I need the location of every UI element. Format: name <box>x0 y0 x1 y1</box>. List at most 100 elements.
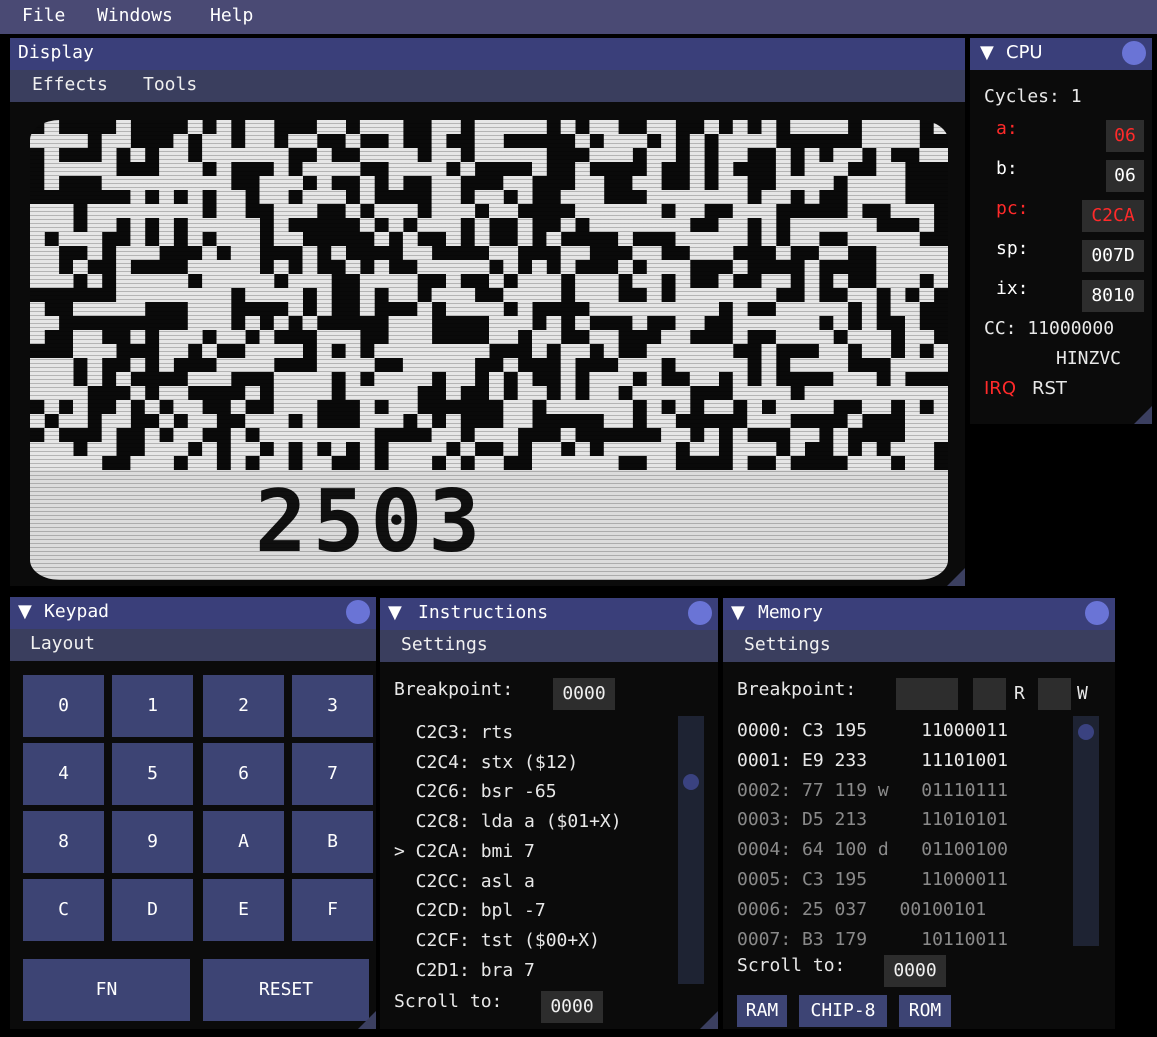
rom-button[interactable]: ROM <box>899 995 951 1027</box>
display-window: Display Effects Tools 2503 <box>10 38 965 586</box>
ram-button[interactable]: RAM <box>737 995 787 1027</box>
key-8[interactable]: 8 <box>23 811 104 873</box>
key-3[interactable]: 3 <box>292 675 373 737</box>
keypad-resize-grip[interactable] <box>358 1011 376 1029</box>
keypad-titlebar[interactable]: ▼ Keypad <box>10 597 376 629</box>
key-0[interactable]: 0 <box>23 675 104 737</box>
key-c[interactable]: C <box>23 879 104 941</box>
memory-row[interactable]: 0001: E9 233 11101001 <box>737 750 1008 771</box>
register-label: sp: <box>996 238 1029 259</box>
instruction-line[interactable]: C2D1: bra 7 <box>394 960 535 981</box>
instructions-resize-grip[interactable] <box>700 1011 718 1029</box>
chip8-button[interactable]: CHIP-8 <box>799 995 887 1027</box>
key-a[interactable]: A <box>203 811 284 873</box>
scanline-overlay <box>30 120 948 580</box>
menu-windows[interactable]: Windows <box>97 5 173 26</box>
instructions-title: Instructions <box>418 602 549 623</box>
key-6[interactable]: 6 <box>203 743 284 805</box>
write-label: W <box>1077 683 1088 704</box>
register-label: a: <box>996 118 1018 139</box>
register-value-input[interactable]: C2CA <box>1082 200 1144 232</box>
key-d[interactable]: D <box>112 879 193 941</box>
instructions-close-icon[interactable] <box>688 601 712 625</box>
display-resize-grip[interactable] <box>947 568 965 586</box>
keypad-close-icon[interactable] <box>346 600 370 624</box>
memory-titlebar[interactable]: ▼ Memory <box>723 598 1115 630</box>
key-b[interactable]: B <box>292 811 373 873</box>
memory-row[interactable]: 0002: 77 119 w 01110111 <box>737 780 1008 801</box>
register-label: b: <box>996 158 1018 179</box>
instructions-scroll-thumb[interactable] <box>683 774 699 790</box>
menu-help[interactable]: Help <box>210 5 253 26</box>
crt-screen: 2503 <box>30 120 948 580</box>
register-value-input[interactable]: 06 <box>1106 160 1144 192</box>
memory-collapse-icon[interactable]: ▼ <box>731 602 745 623</box>
instruction-line[interactable]: C2CF: tst ($00+X) <box>394 930 600 951</box>
instruction-line[interactable]: C2C3: rts <box>394 722 514 743</box>
register-label: ix: <box>996 278 1029 299</box>
menu-layout[interactable]: Layout <box>30 633 95 654</box>
instructions-breakpoint-input[interactable]: 0000 <box>553 678 615 710</box>
keypad-menubar: Layout <box>10 629 376 661</box>
menu-tools[interactable]: Tools <box>143 74 197 95</box>
display-titlebar[interactable]: Display <box>10 38 965 70</box>
instruction-line[interactable]: > C2CA: bmi 7 <box>394 841 535 862</box>
main-menubar: File Windows Help <box>0 0 1157 34</box>
instructions-scroll-input[interactable]: 0000 <box>541 991 603 1023</box>
cpu-collapse-icon[interactable]: ▼ <box>980 42 994 63</box>
memory-write-checkbox[interactable] <box>1038 678 1071 710</box>
key-2[interactable]: 2 <box>203 675 284 737</box>
memory-title: Memory <box>758 602 824 623</box>
instruction-line[interactable]: C2C6: bsr -65 <box>394 781 557 802</box>
register-value-input[interactable]: 06 <box>1106 120 1144 152</box>
reset-key[interactable]: RESET <box>203 959 369 1021</box>
instructions-menubar: Settings <box>380 630 718 662</box>
key-f[interactable]: F <box>292 879 373 941</box>
instructions-collapse-icon[interactable]: ▼ <box>388 602 402 623</box>
register-value-input[interactable]: 8010 <box>1082 280 1144 312</box>
instruction-line[interactable]: C2CD: bpl -7 <box>394 900 546 921</box>
memory-breakpoint-input[interactable] <box>896 678 958 710</box>
memory-scroll-thumb[interactable] <box>1078 724 1094 740</box>
instructions-scrollbar[interactable] <box>678 716 704 984</box>
key-9[interactable]: 9 <box>112 811 193 873</box>
menu-memory-settings[interactable]: Settings <box>744 634 831 655</box>
memory-read-checkbox[interactable] <box>973 678 1006 710</box>
memory-scrollbar[interactable] <box>1073 716 1099 946</box>
menu-instructions-settings[interactable]: Settings <box>401 634 488 655</box>
memory-row[interactable]: 0005: C3 195 11000011 <box>737 869 1008 890</box>
memory-menubar: Settings <box>723 630 1115 662</box>
memory-close-icon[interactable] <box>1085 601 1109 625</box>
memory-row[interactable]: 0000: C3 195 11000011 <box>737 720 1008 741</box>
keypad-collapse-icon[interactable]: ▼ <box>18 601 32 622</box>
memory-row[interactable]: 0006: 25 037 00100101 <box>737 899 986 920</box>
key-1[interactable]: 1 <box>112 675 193 737</box>
fn-key[interactable]: FN <box>23 959 190 1021</box>
instruction-line[interactable]: C2CC: asl a <box>394 871 535 892</box>
keypad-title: Keypad <box>44 601 110 622</box>
cycles-label: Cycles: 1 <box>984 86 1082 107</box>
instructions-scroll-label: Scroll to: <box>394 991 503 1012</box>
instruction-line[interactable]: C2C8: lda a ($01+X) <box>394 811 622 832</box>
memory-window: ▼ Memory Settings Breakpoint: R W 0000: … <box>723 598 1115 1029</box>
memory-scroll-input[interactable]: 0000 <box>884 955 946 987</box>
cpu-titlebar[interactable]: ▼ CPU <box>970 38 1152 70</box>
memory-row[interactable]: 0003: D5 213 11010101 <box>737 809 1008 830</box>
memory-row[interactable]: 0004: 64 100 d 01100100 <box>737 839 1008 860</box>
cpu-close-icon[interactable] <box>1122 41 1146 65</box>
register-value-input[interactable]: 007D <box>1082 240 1144 272</box>
key-5[interactable]: 5 <box>112 743 193 805</box>
irq-indicator: IRQ <box>984 378 1016 399</box>
key-4[interactable]: 4 <box>23 743 104 805</box>
menu-file[interactable]: File <box>22 5 65 26</box>
cpu-resize-grip[interactable] <box>1134 406 1152 424</box>
memory-row[interactable]: 0007: B3 179 10110011 <box>737 929 1008 950</box>
menu-effects[interactable]: Effects <box>32 74 108 95</box>
cc-flags: HINZVC <box>1056 348 1122 369</box>
instructions-titlebar[interactable]: ▼ Instructions <box>380 598 718 630</box>
key-7[interactable]: 7 <box>292 743 373 805</box>
cpu-title: CPU <box>1006 42 1043 63</box>
display-menubar: Effects Tools <box>10 70 965 102</box>
key-e[interactable]: E <box>203 879 284 941</box>
instruction-line[interactable]: C2C4: stx ($12) <box>394 752 579 773</box>
